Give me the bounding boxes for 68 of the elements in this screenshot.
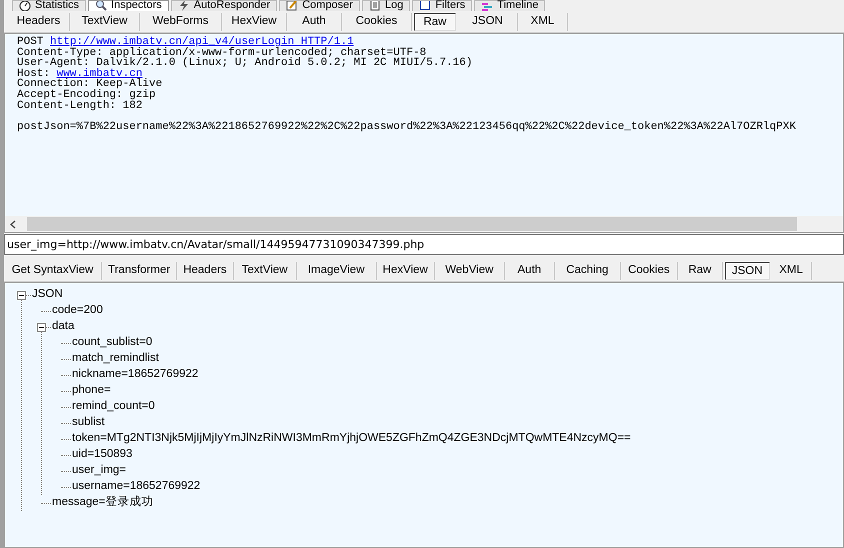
scroll-left-icon[interactable]	[9, 220, 17, 228]
inspector-tab[interactable]: Raw	[414, 12, 456, 30]
inspector-tab[interactable]: Get SyntaxView	[4, 262, 102, 280]
status-field[interactable]: user_img=http://www.imbatv.cn/Avatar/small/14495947731090347399.php	[4, 234, 844, 255]
request-line: User-Agent: Dalvik/2.1.0 (Linux; U; Android 5.0.2; MI 2C MIUI/5.7.16)	[17, 58, 472, 69]
inspector-tab[interactable]: HexView	[376, 262, 435, 280]
request-line: Host: www.imbatv.cn	[17, 68, 142, 80]
inspector-tab[interactable]: Headers	[8, 12, 70, 30]
tree-node-label[interactable]: JSON	[31, 286, 63, 304]
inspector-tab[interactable]: Auth	[504, 262, 555, 280]
request-line: postJson=%7B%22username%22%3A%2218652769922%22%2C%22password%22%3A%22123456qq%22%2C%22device_token%22%3A%22Al7OZRlqPXK	[17, 122, 796, 132]
inspector-tab[interactable]: TextView	[234, 262, 297, 280]
tab-label: Timeline	[497, 0, 538, 11]
inspector-tab[interactable]: Cookies	[620, 262, 678, 280]
tree-node-label[interactable]: phone=	[71, 382, 111, 400]
tab-label: Inspectors	[111, 0, 162, 11]
inspector-tab[interactable]: JSON	[458, 12, 518, 30]
request-line: Content-Length: 182	[17, 100, 142, 112]
tab-label: Filters	[435, 0, 466, 11]
main-tab[interactable]: Log	[362, 0, 410, 11]
pencil-icon	[286, 1, 298, 11]
main-tab[interactable]: Composer	[279, 0, 360, 11]
inspector-tab[interactable]: Auth	[287, 12, 342, 30]
tree-node-label[interactable]: remind_count=0	[71, 398, 155, 416]
request-line: Content-Type: application/x-www-form-urlencoded; charset=UTF-8	[17, 48, 426, 58]
main-tab[interactable]: Statistics	[12, 0, 86, 11]
main-tab[interactable]: Filters	[412, 0, 472, 11]
inspector-tab[interactable]: Cookies	[342, 12, 412, 30]
tree-node-label[interactable]: count_sublist=0	[71, 334, 152, 352]
inspector-tab[interactable]: TextView	[70, 12, 140, 30]
tab-label: AutoResponder	[194, 0, 270, 11]
tree-node-label[interactable]: code=200	[51, 302, 103, 320]
inspector-tab[interactable]: HexView	[222, 12, 287, 30]
inspector-tab[interactable]: ImageView	[296, 262, 377, 280]
tree-node-label[interactable]: username=18652769922	[71, 478, 200, 496]
inspector-tab[interactable]: XML	[518, 12, 568, 30]
inspector-tab[interactable]: Headers	[177, 262, 234, 280]
tree-node-label[interactable]: uid=150893	[71, 446, 132, 464]
inspector-tab[interactable]: WebForms	[140, 12, 222, 30]
inspector-tab[interactable]: Transformer	[102, 262, 178, 280]
inspector-tab[interactable]: XML	[772, 262, 812, 280]
main-tab[interactable]: AutoResponder	[170, 0, 278, 11]
request-line: Connection: Keep-Alive	[17, 79, 162, 90]
tab-label: Statistics	[35, 0, 80, 11]
main-tab[interactable]: Timeline	[474, 0, 546, 11]
tree-node-label[interactable]: sublist	[71, 414, 105, 432]
inspector-tab[interactable]: Raw	[678, 262, 723, 280]
document-icon	[368, 1, 381, 11]
url-link[interactable]: http://www.imbatv.cn/api_v4/userLogin HTTP/1.1	[50, 36, 354, 48]
stopwatch-icon	[19, 1, 31, 11]
tab-label: Composer	[302, 0, 353, 11]
tree-node-label[interactable]: user_img=	[71, 462, 126, 480]
collapse-icon[interactable]	[37, 322, 46, 332]
tree-node-label[interactable]: token=MTg2NTI3Njk5MjIjMjIyYmJlNzRiNWI3MmRmYjhjOWE5ZGFhZmQ4ZGE3NDcjMTQwMTE4NzcyMQ==	[71, 430, 631, 448]
tab-label: Log	[384, 0, 404, 11]
tree-node-label[interactable]: data	[51, 318, 74, 336]
inspector-tab[interactable]: Caching	[554, 262, 621, 280]
magnifier-icon	[95, 1, 108, 11]
tree-node-label[interactable]: match_remindlist	[71, 350, 159, 368]
tree-node-label[interactable]: message=登录成功	[51, 494, 154, 512]
tree-node-label[interactable]: nickname=18652769922	[71, 366, 198, 384]
horizontal-scrollbar[interactable]	[5, 216, 843, 232]
request-line: Accept-Encoding: gzip	[17, 90, 156, 101]
main-tab[interactable]: Inspectors	[88, 0, 169, 11]
collapse-icon[interactable]	[17, 290, 26, 300]
inspector-tab[interactable]: WebView	[434, 262, 505, 280]
inspector-tab[interactable]: JSON	[724, 262, 770, 280]
request-line: POST http://www.imbatv.cn/api_v4/userLogin HTTP/1.1	[17, 37, 354, 48]
